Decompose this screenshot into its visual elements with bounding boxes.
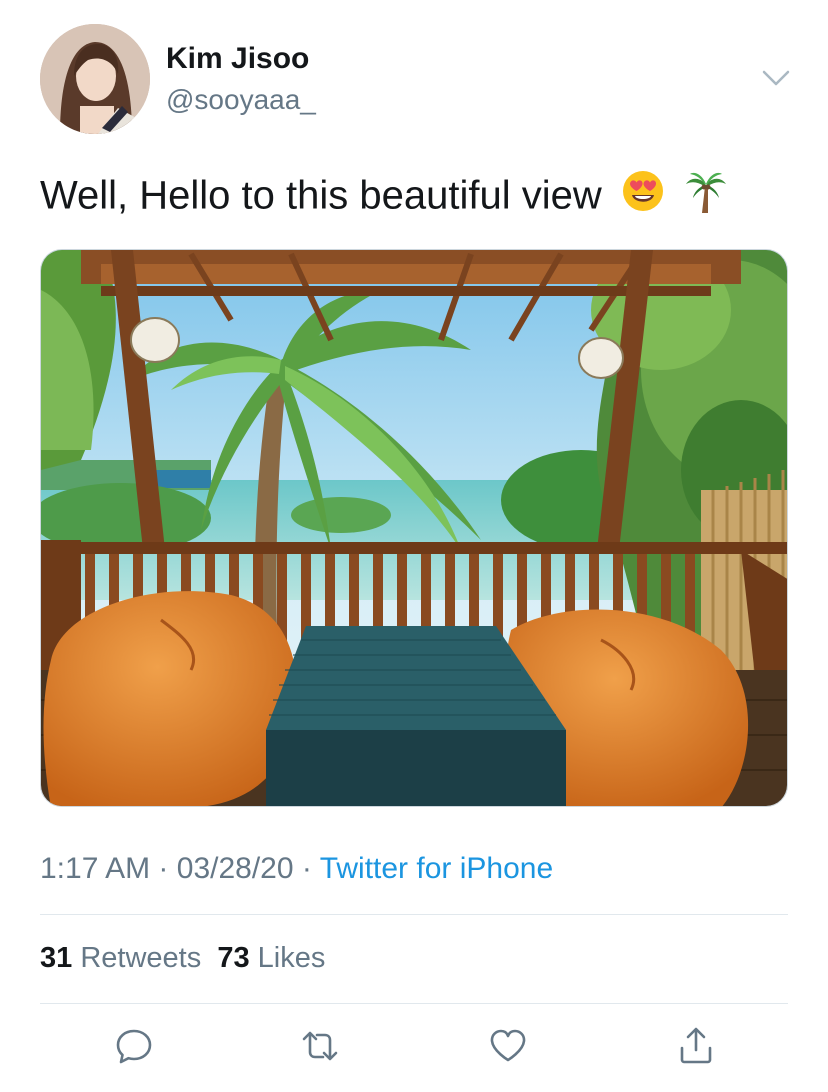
- tweet-text: Well, Hello to this beautiful view: [40, 173, 602, 218]
- retweet-icon[interactable]: [300, 1026, 340, 1066]
- likes-count: 73: [217, 942, 250, 974]
- retweets-stat[interactable]: 31 Retweets: [40, 942, 201, 974]
- heart-icon[interactable]: [488, 1026, 528, 1066]
- palm-tree-emoji: [684, 168, 728, 228]
- tweet-meta: 1:17 AM · 03/28/20 · Twitter for iPhone: [40, 852, 553, 886]
- retweets-label: Retweets: [80, 942, 202, 974]
- retweets-count: 31: [40, 942, 73, 974]
- author-display-name[interactable]: Kim Jisoo: [166, 42, 309, 76]
- reply-icon[interactable]: [114, 1026, 154, 1066]
- divider: [40, 1003, 788, 1004]
- meta-separator: ·: [301, 852, 312, 885]
- avatar[interactable]: [40, 24, 150, 134]
- meta-separator: ·: [158, 852, 169, 885]
- tweet-date[interactable]: 03/28/20: [177, 852, 294, 885]
- tweet-time[interactable]: 1:17 AM: [40, 852, 150, 885]
- likes-label: Likes: [257, 942, 326, 974]
- tweet-stats: 31 Retweets 73 Likes: [40, 942, 325, 975]
- tweet-text-line: Well, Hello to this beautiful view: [40, 168, 728, 228]
- gazebo-view-image: [41, 250, 787, 806]
- heart-eyes-emoji: [621, 169, 665, 227]
- divider: [40, 914, 788, 915]
- likes-stat[interactable]: 73 Likes: [217, 942, 325, 974]
- tweet-source-link[interactable]: Twitter for iPhone: [320, 852, 553, 885]
- share-icon[interactable]: [676, 1026, 716, 1066]
- chevron-down-icon[interactable]: [760, 66, 792, 90]
- tweet-photo[interactable]: [40, 249, 788, 807]
- avatar-image: [40, 24, 150, 134]
- author-handle[interactable]: @sooyaaa_: [166, 84, 316, 116]
